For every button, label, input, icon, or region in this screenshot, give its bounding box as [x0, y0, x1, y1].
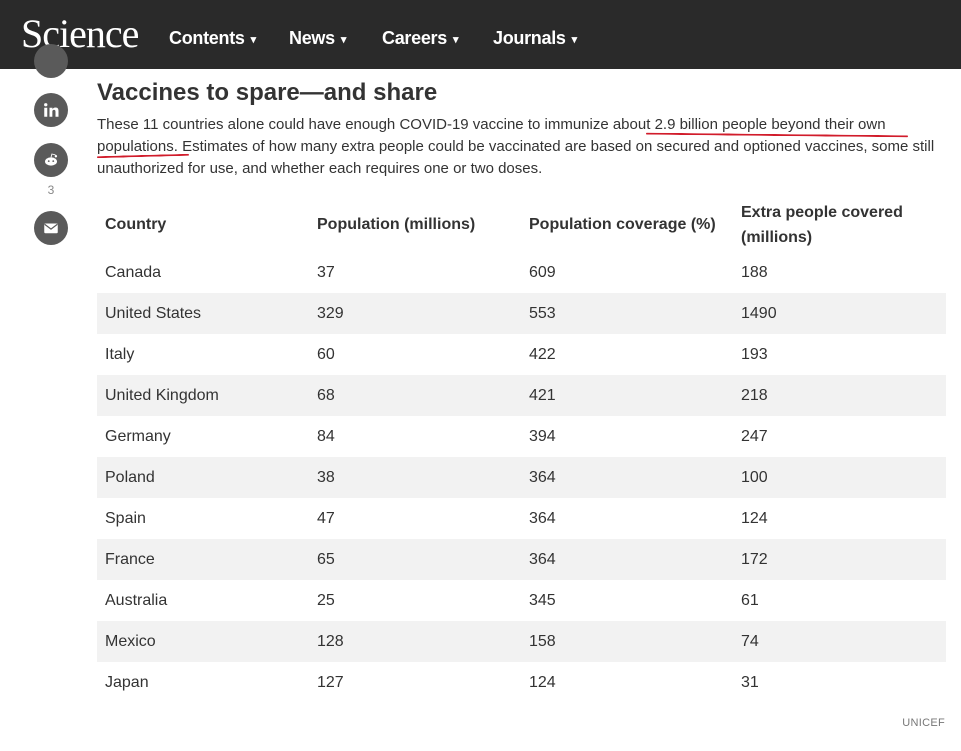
cell-country: France — [97, 539, 309, 580]
chevron-down-icon: ▾ — [452, 34, 459, 46]
cell-country: United States — [97, 293, 309, 334]
source-credit: UNICEF — [902, 717, 945, 729]
cell-extra: 1490 — [733, 293, 946, 334]
cell-country: Mexico — [97, 621, 309, 662]
col-header-population: Population (millions) — [317, 216, 476, 233]
table-row: United Kingdom 68 421 218 — [97, 375, 946, 416]
linkedin-icon — [44, 103, 59, 117]
col-header-coverage: Population coverage (%) — [529, 216, 716, 233]
nav-contents-label: Contents — [169, 28, 245, 48]
nav-journals-label: Journals — [493, 28, 566, 48]
cell-extra: 172 — [733, 539, 946, 580]
cell-coverage: 364 — [521, 539, 733, 580]
nav-news[interactable]: News ▾ — [289, 27, 346, 52]
nav-contents[interactable]: Contents ▾ — [169, 27, 256, 52]
cell-population: 38 — [309, 457, 521, 498]
cell-coverage: 364 — [529, 509, 556, 527]
cell-extra: 193 — [741, 345, 768, 363]
reddit-share-count: 3 — [47, 183, 55, 197]
cell-extra: 74 — [733, 621, 946, 662]
chevron-down-icon: ▾ — [340, 34, 347, 46]
cell-population: 127 — [317, 673, 344, 691]
reddit-icon — [45, 153, 58, 166]
cell-country: Japan — [105, 673, 149, 691]
reddit-share-button[interactable] — [34, 143, 68, 177]
chevron-down-icon: ▾ — [250, 34, 257, 46]
linkedin-share-button[interactable] — [34, 93, 68, 127]
cell-country: United Kingdom — [97, 375, 309, 416]
email-share-button[interactable] — [34, 211, 68, 245]
cell-population: 84 — [317, 427, 335, 445]
cell-coverage: 422 — [529, 345, 556, 363]
description-text: These 11 countries alone could have enou… — [97, 116, 655, 133]
table-row: France 65 364 172 — [97, 539, 946, 580]
nav-careers[interactable]: Careers ▾ — [382, 27, 459, 52]
cell-population: 65 — [309, 539, 521, 580]
email-icon — [44, 223, 58, 234]
table-row: Italy 60 422 193 — [97, 334, 946, 375]
table-row: Germany 84 394 247 — [97, 416, 946, 457]
cell-coverage: 609 — [529, 263, 556, 281]
cell-population: 60 — [317, 345, 335, 363]
table-row: Spain 47 364 124 — [97, 498, 946, 539]
cell-population: 329 — [309, 293, 521, 334]
cell-coverage: 421 — [521, 375, 733, 416]
cell-coverage: 364 — [521, 457, 733, 498]
table-row: Canada 37 609 188 — [97, 252, 946, 293]
cell-coverage: 553 — [521, 293, 733, 334]
cell-country: Spain — [105, 509, 146, 527]
top-nav: Science Contents ▾ News ▾ Careers ▾ Journal… — [0, 0, 961, 69]
cell-country: Canada — [105, 263, 162, 281]
cell-coverage: 124 — [529, 673, 556, 691]
cell-extra: 100 — [733, 457, 946, 498]
nav-careers-label: Careers — [382, 28, 447, 48]
cell-country: Italy — [105, 345, 135, 363]
chevron-down-icon: ▾ — [571, 34, 578, 46]
table-row: United States 329 553 1490 — [97, 293, 946, 334]
table-row: Japan 127 124 31 — [97, 662, 946, 703]
cell-coverage: 394 — [529, 427, 556, 445]
cell-extra: 188 — [741, 263, 768, 281]
cell-extra: 61 — [741, 591, 759, 609]
col-header-country: Country — [105, 216, 167, 233]
col-header-extra-covered: Extra people covered (millions) — [741, 203, 903, 246]
cell-population: 47 — [317, 509, 335, 527]
nav-journals[interactable]: Journals ▾ — [493, 27, 577, 52]
cell-country: Australia — [105, 591, 168, 609]
cell-population: 37 — [317, 263, 335, 281]
cell-extra: 31 — [741, 673, 759, 691]
cell-population: 68 — [309, 375, 521, 416]
article-description: These 11 countries alone could have enou… — [97, 114, 947, 180]
cell-country: Germany — [105, 427, 171, 445]
description-text-rest: Estimates of how many extra people could… — [97, 138, 935, 177]
cell-population: 128 — [309, 621, 521, 662]
cell-coverage: 158 — [521, 621, 733, 662]
table-row: Australia 25 345 61 — [97, 580, 946, 621]
cell-coverage: 345 — [529, 591, 556, 609]
article-title: Vaccines to spare—and share — [97, 79, 438, 106]
table-header-row: Country Population (millions) Population… — [97, 197, 946, 252]
nav-news-label: News — [289, 28, 335, 48]
share-button-hidden[interactable] — [34, 44, 68, 78]
cell-extra: 247 — [741, 427, 768, 445]
table-row: Poland 38 364 100 — [97, 457, 946, 498]
cell-extra: 124 — [741, 509, 768, 527]
cell-country: Poland — [97, 457, 309, 498]
cell-population: 25 — [317, 591, 335, 609]
table-row: Mexico 128 158 74 — [97, 621, 946, 662]
vaccine-table: Country Population (millions) Population… — [97, 197, 946, 703]
cell-extra: 218 — [733, 375, 946, 416]
